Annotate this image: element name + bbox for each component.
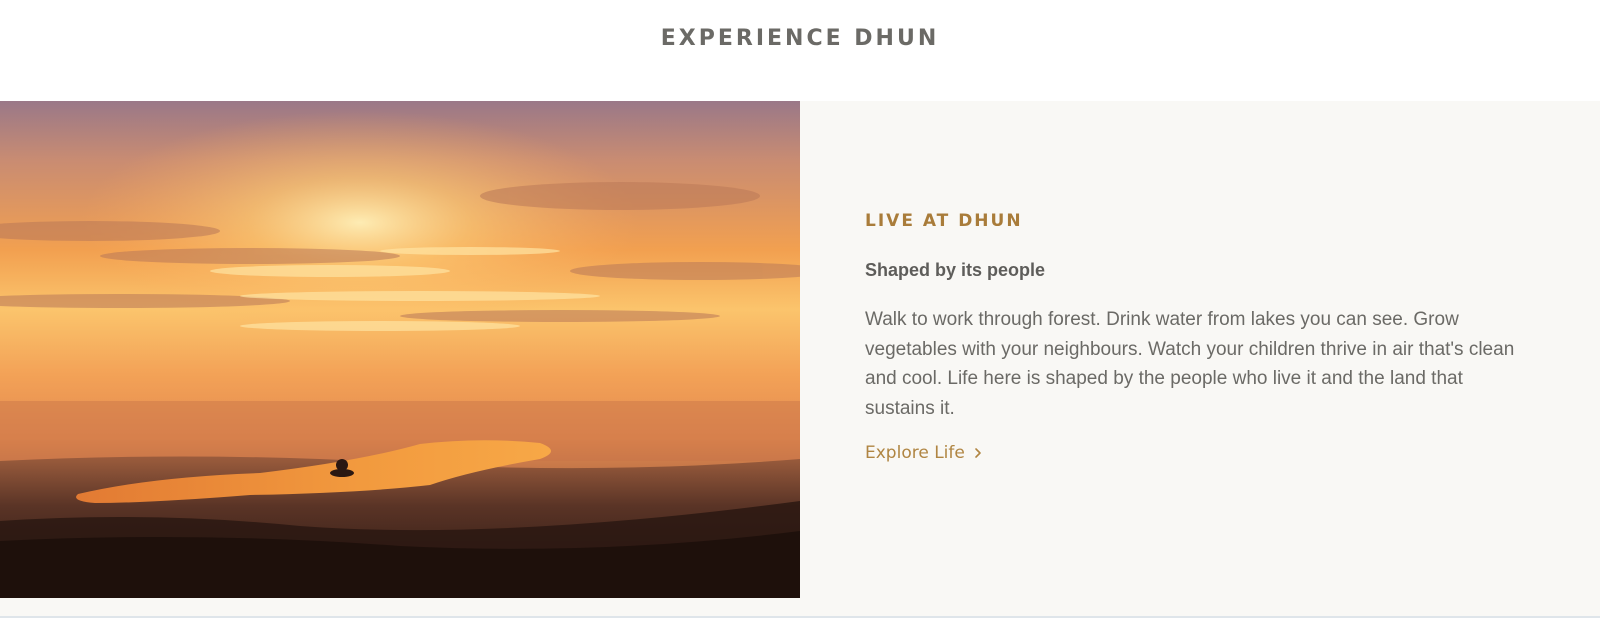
- feature-eyebrow: LIVE AT DHUN: [865, 211, 1023, 231]
- chevron-right-icon: [975, 448, 981, 458]
- landscape-image: [0, 101, 800, 598]
- feature-content: LIVE AT DHUN Shaped by its people Walk t…: [865, 211, 1545, 463]
- page: EXPERIENCE DHUN LIVE AT DHUN Shaped by i…: [0, 0, 1600, 618]
- sunset-lake-photo: [0, 101, 800, 598]
- feature-block: LIVE AT DHUN Shaped by its people Walk t…: [0, 101, 1600, 618]
- feature-body: Walk to work through forest. Drink water…: [865, 309, 1515, 419]
- section-title: EXPERIENCE DHUN: [660, 26, 940, 51]
- explore-life-link[interactable]: Explore Life: [865, 443, 983, 463]
- explore-life-label: Explore Life: [865, 443, 965, 463]
- feature-subhead: Shaped by its people: [865, 260, 1046, 280]
